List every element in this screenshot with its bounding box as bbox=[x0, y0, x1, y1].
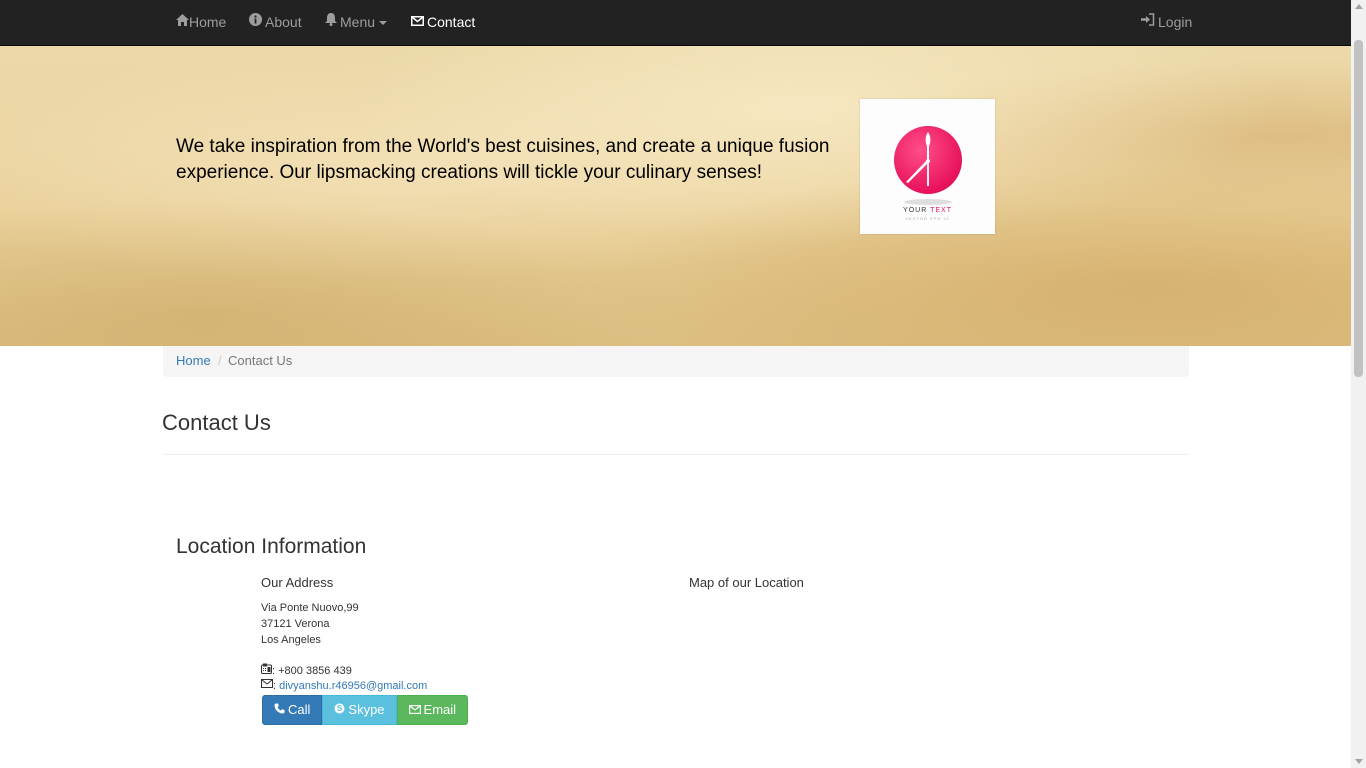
nav-menu-label: Menu bbox=[340, 14, 376, 30]
home-icon bbox=[176, 0, 189, 44]
nav-home-label: Home bbox=[189, 14, 227, 30]
email-line: : divyanshu.r46956@gmail.com bbox=[261, 679, 427, 692]
phone-number: : +800 3856 439 bbox=[272, 664, 352, 677]
phone-icon bbox=[274, 696, 285, 724]
logo-shadow bbox=[904, 199, 952, 205]
phone-icon bbox=[261, 663, 272, 677]
top-navbar: Home About Menu Contact Login bbox=[0, 0, 1351, 46]
nav-about-label: About bbox=[265, 14, 302, 30]
address-block: Via Ponte Nuovo,99 37121 Verona Los Ange… bbox=[261, 600, 359, 648]
skype-button-label: Skype bbox=[348, 702, 385, 717]
address-line: 37121 Verona bbox=[261, 618, 330, 630]
envelope-icon bbox=[411, 0, 424, 44]
phone-line: : +800 3856 439 bbox=[261, 663, 352, 678]
logo-clock-icon bbox=[894, 126, 962, 194]
nav-contact-label: Contact bbox=[427, 14, 476, 30]
call-button[interactable]: Call bbox=[262, 695, 323, 725]
info-icon bbox=[249, 0, 262, 44]
nav-home[interactable]: Home bbox=[176, 0, 226, 45]
scroll-down-arrow-icon[interactable] bbox=[1355, 759, 1363, 764]
breadcrumb-separator: / bbox=[218, 353, 222, 368]
nav-menu-dropdown[interactable]: Menu bbox=[325, 0, 388, 45]
bell-icon bbox=[325, 0, 337, 44]
address-line: Los Angeles bbox=[261, 634, 321, 646]
call-button-label: Call bbox=[288, 702, 311, 717]
svg-text:S: S bbox=[337, 704, 343, 713]
contact-button-group: Call S Skype Email bbox=[262, 695, 469, 725]
hero-tagline: We take inspiration from the World's bes… bbox=[176, 136, 830, 183]
address-heading: Our Address bbox=[261, 575, 334, 590]
email-button[interactable]: Email bbox=[396, 695, 469, 725]
scroll-thumb[interactable] bbox=[1354, 40, 1363, 377]
nav-contact[interactable]: Contact bbox=[411, 0, 475, 45]
breadcrumb-home-link[interactable]: Home bbox=[176, 353, 211, 368]
logo-text-accent: TEXT bbox=[930, 207, 952, 214]
breadcrumb-current: Contact Us bbox=[228, 353, 293, 368]
hero-banner: We take inspiration from the World's bes… bbox=[0, 46, 1351, 346]
nav-login-label: Login bbox=[1158, 14, 1193, 30]
location-section-title: Location Information bbox=[176, 535, 367, 558]
address-line: Via Ponte Nuovo,99 bbox=[261, 602, 359, 614]
logo-subtext: VECTOR EPS 10 bbox=[905, 216, 950, 221]
chevron-down-icon bbox=[379, 21, 388, 26]
logo-text-main: YOUR bbox=[903, 207, 931, 214]
envelope-icon bbox=[408, 696, 421, 724]
email-prefix: : bbox=[273, 680, 277, 692]
skype-button[interactable]: S Skype bbox=[322, 695, 397, 725]
page-title: Contact Us bbox=[162, 410, 271, 435]
restaurant-logo: YOUR TEXT VECTOR EPS 10 bbox=[860, 99, 995, 234]
page-scrollbar[interactable] bbox=[1351, 0, 1366, 768]
breadcrumb: Home / Contact Us bbox=[163, 346, 1189, 377]
skype-icon: S bbox=[334, 696, 345, 724]
nav-login[interactable]: Login bbox=[1141, 0, 1192, 45]
nav-about[interactable]: About bbox=[249, 0, 302, 45]
email-link[interactable]: divyanshu.r46956@gmail.com bbox=[279, 680, 427, 692]
login-icon bbox=[1141, 0, 1155, 44]
envelope-icon bbox=[261, 679, 273, 691]
title-divider bbox=[163, 454, 1189, 455]
email-button-label: Email bbox=[423, 702, 457, 717]
map-heading: Map of our Location bbox=[689, 575, 804, 590]
scroll-up-arrow-icon[interactable] bbox=[1355, 4, 1363, 9]
logo-text: YOUR TEXT bbox=[860, 207, 995, 214]
